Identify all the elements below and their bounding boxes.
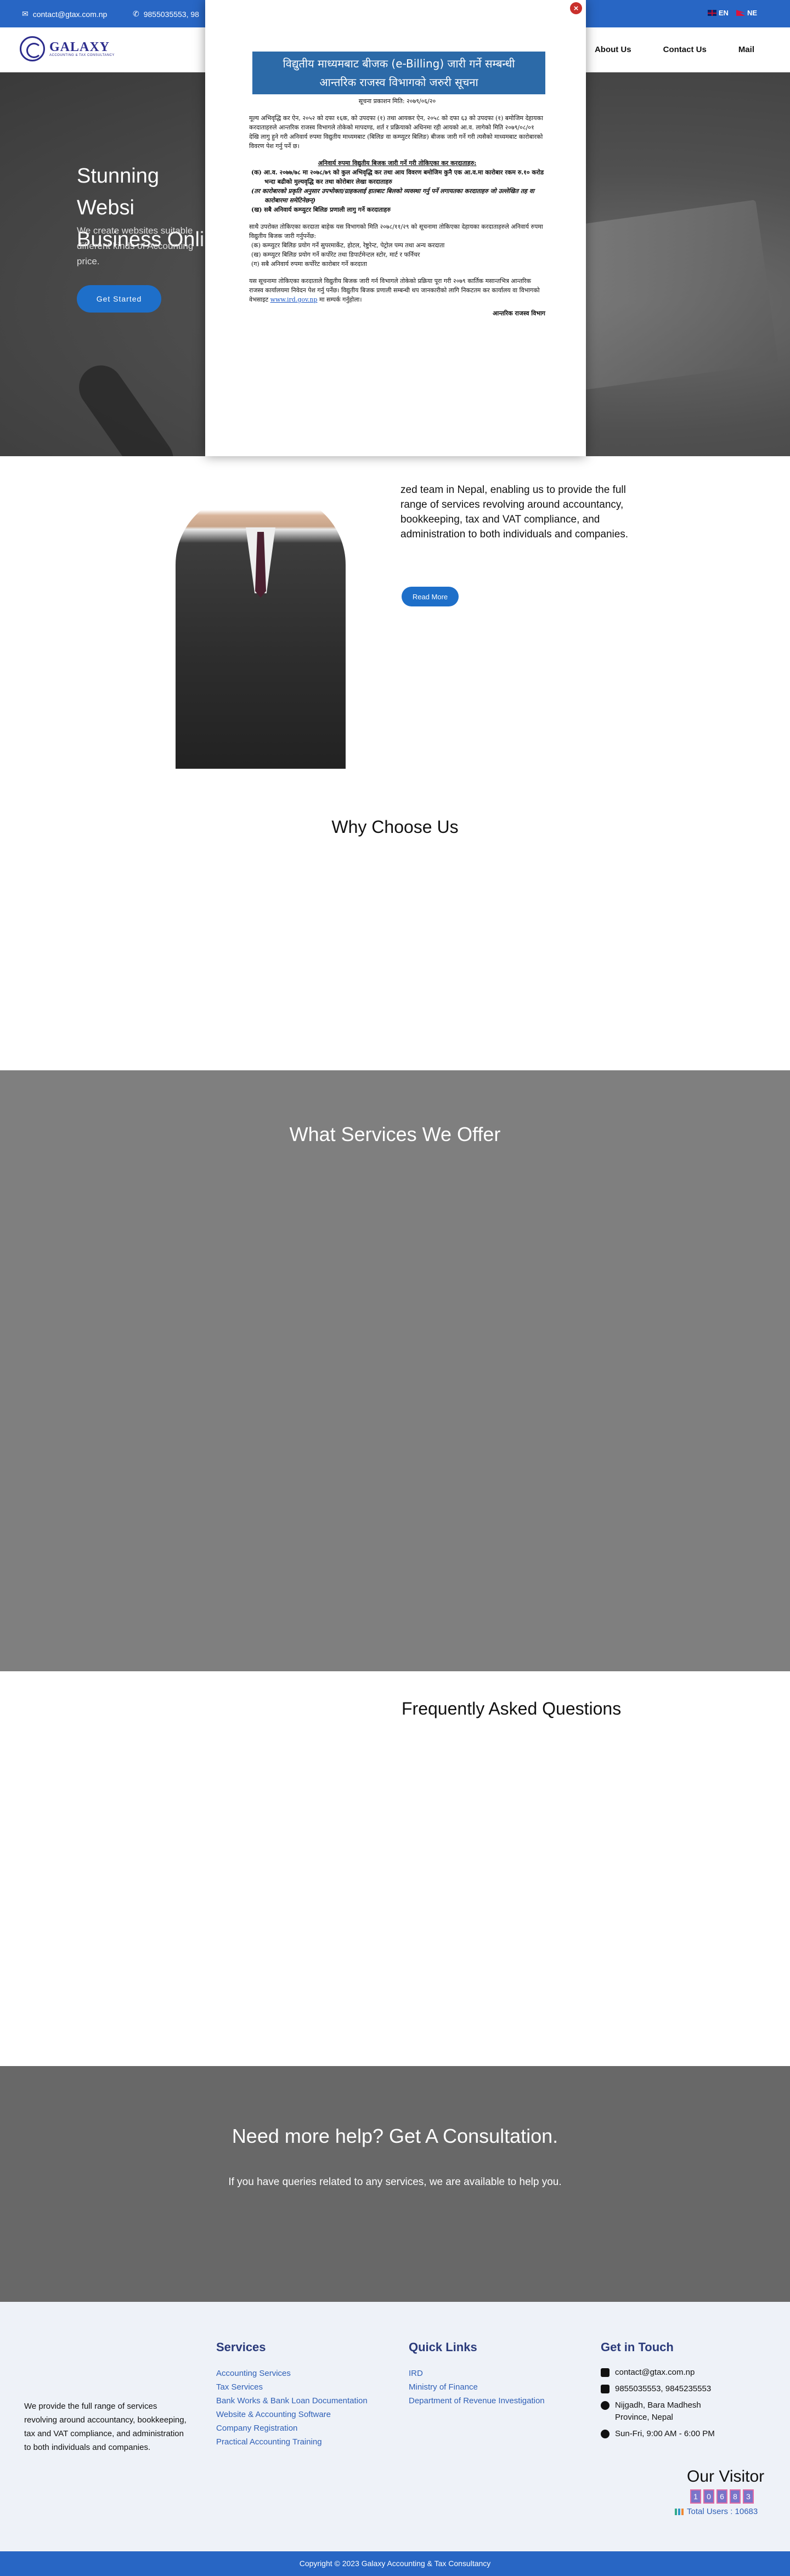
consultation-title: Need more help? Get A Consultation. [232,2125,558,2147]
topbar-email-text: contact@gtax.com.np [32,9,108,19]
language-en[interactable]: EN [707,9,729,17]
visitor-digit: 0 [703,2489,714,2504]
clock-icon [601,2430,610,2438]
about-text: zed team in Nepal, enabling us to provid… [400,484,629,540]
notice-item: (ख) सबै अनिवार्य कम्प्युटर बिलिङ प्रणाली… [251,206,391,213]
nav-links: About Us Contact Us Mail [595,45,754,54]
language-en-label: EN [718,9,729,17]
about-image-businessman [176,493,346,769]
footer-quick-links: Quick Links IRD Ministry of Finance Depa… [409,2340,545,2408]
notice-body: सूचना प्रकाशन मिति: २०७९/०६/२० मूल्य अभि… [249,97,545,318]
notice-item: (तर कारोबारको प्रकृति अनुसार उपभोक्ता/ग्… [251,188,534,204]
services-title: What Services We Offer [289,1123,501,1145]
footer-contact-title: Get in Touch [601,2340,674,2354]
nav-contact-us[interactable]: Contact Us [663,45,707,54]
logo-tagline: ACCOUNTING & TAX CONSULTANCY [49,54,115,57]
nepal-flag-icon [736,10,745,16]
location-pin-icon [601,2401,610,2410]
footer: We provide the full range of services re… [0,2302,790,2551]
services-section: What Services We Offer [0,1070,790,1671]
footer-services-title: Services [216,2340,266,2354]
ird-website-link[interactable]: www.ird.gov.np [270,296,318,303]
notice-paragraph-1: मूल्य अभिवृद्धि कर ऐन, २०५२ को दफा १६क, … [249,115,543,150]
topbar-phone-text: 9855035553, 98 [143,9,199,19]
hero-text: We create websites suitable different ki… [77,225,194,266]
envelope-icon [601,2368,610,2377]
footer-service-link[interactable]: Bank Works & Bank Loan Documentation [216,2394,368,2408]
notice-item: (ख) कम्प्युटर बिलिङ प्रयोग गर्ने कर्पोरे… [251,251,420,258]
topbar-email[interactable]: ✉ contact@gtax.com.np [22,9,107,19]
notice-signature: आन्तरिक राजस्व विभाग [493,310,545,317]
nav-mail[interactable]: Mail [738,45,754,54]
notice-item: (क) कम्प्युटर बिलिङ प्रयोग गर्ने सुपरमार… [251,242,445,249]
footer-links-title: Quick Links [409,2340,477,2354]
notice-item: (क) आ.व. २०७७/७८ मा २०७८/७९ को कुल अभिवृ… [251,169,544,185]
footer-phone[interactable]: 9855035553, 9845235553 [601,2383,765,2395]
footer-hours: Sun-Fri, 9:00 AM - 6:00 PM [601,2428,765,2440]
copyright-bar: Copyright © 2023 Galaxy Accounting & Tax… [0,2551,790,2576]
total-users-text: Total Users : 10683 [687,2507,758,2516]
nav-about-us[interactable]: About Us [595,45,631,54]
notice-header-line1: विद्युतीय माध्यमबाट बीजक (e-Billing) जार… [283,57,515,70]
notice-header: विद्युतीय माध्यमबाट बीजक (e-Billing) जार… [252,52,545,94]
uk-flag-icon [707,10,716,16]
footer-email[interactable]: contact@gtax.com.np [601,2367,765,2379]
footer-quick-link[interactable]: Department of Revenue Investigation [409,2394,545,2408]
phone-icon [601,2385,610,2393]
mail-icon: ✉ [22,9,29,18]
logo-icon [20,36,45,61]
notice-header-line2: आन्तरिक राजस्व विभागको जरुरी सूचना [319,76,478,89]
visitor-digits: 1 0 6 8 3 [690,2489,764,2504]
faq-title: Frequently Asked Questions [402,1699,622,1718]
footer-service-link[interactable]: Company Registration [216,2421,368,2435]
close-icon[interactable]: × [570,2,582,14]
why-choose-us-title: Why Choose Us [331,817,459,837]
footer-contact: Get in Touch contact@gtax.com.np 9855035… [601,2340,765,2444]
total-users: Total Users : 10683 [675,2507,764,2516]
visitor-digit: 1 [690,2489,701,2504]
footer-services: Services Accounting Services Tax Service… [216,2340,368,2449]
notice-date: सूचना प्रकाशन मिति: २०७९/०६/२० [358,98,436,105]
consultation-text: If you have queries related to any servi… [228,2176,562,2188]
notice-modal: × विद्युतीय माध्यमबाट बीजक (e-Billing) ज… [205,0,586,456]
footer-service-link[interactable]: Tax Services [216,2380,368,2394]
language-ne[interactable]: NE [736,9,757,17]
visitor-digit: 6 [716,2489,727,2504]
footer-address: Nijgadh, Bara Madhesh Province, Nepal [601,2399,765,2424]
language-switcher: EN NE [707,9,757,17]
language-ne-label: NE [747,9,757,17]
hero-background-pen [70,356,182,456]
footer-quick-link[interactable]: IRD [409,2367,545,2380]
consultation-section: Need more help? Get A Consultation. If y… [0,2066,790,2302]
bar-chart-icon [675,2508,684,2515]
footer-about: We provide the full range of services re… [24,2402,187,2452]
visitor-counter: Our Visitor 1 0 6 8 3 Total Users : 1068… [675,2467,764,2516]
visitor-digit: 3 [743,2489,754,2504]
topbar-phone[interactable]: ✆ 9855035553, 98 [133,9,199,19]
footer-service-link[interactable]: Website & Accounting Software [216,2408,368,2421]
visitor-digit: 8 [730,2489,741,2504]
notice-item: (ग) सबै अनिवार्य रुपमा कर्पोरेट कारोबार … [251,260,367,268]
logo-name: GALAXY [49,40,110,54]
get-started-button[interactable]: Get Started [77,285,161,313]
footer-quick-link[interactable]: Ministry of Finance [409,2380,545,2394]
footer-hours-text: Sun-Fri, 9:00 AM - 6:00 PM [615,2429,715,2438]
notice-paragraph-2: साथै उपरोक्त तोकिएका करदाता बाहेक यस विभ… [249,223,543,240]
visitor-title: Our Visitor [687,2467,765,2486]
phone-icon: ✆ [133,9,139,18]
notice-subheading: अनिवार्य रुपमा विद्युतीय बिजक जारी गर्ने… [318,160,477,167]
read-more-button[interactable]: Read More [402,587,459,606]
site-logo[interactable]: GALAXY ACCOUNTING & TAX CONSULTANCY [20,36,115,61]
notice-paragraph-3-end: मा सम्पर्क गर्नुहोला। [319,296,362,303]
footer-phone-text: 9855035553, 9845235553 [615,2384,712,2393]
footer-service-link[interactable]: Practical Accounting Training [216,2435,368,2449]
footer-email-text: contact@gtax.com.np [615,2368,695,2377]
footer-address-text: Nijgadh, Bara Madhesh Province, Nepal [615,2401,701,2422]
footer-service-link[interactable]: Accounting Services [216,2367,368,2380]
